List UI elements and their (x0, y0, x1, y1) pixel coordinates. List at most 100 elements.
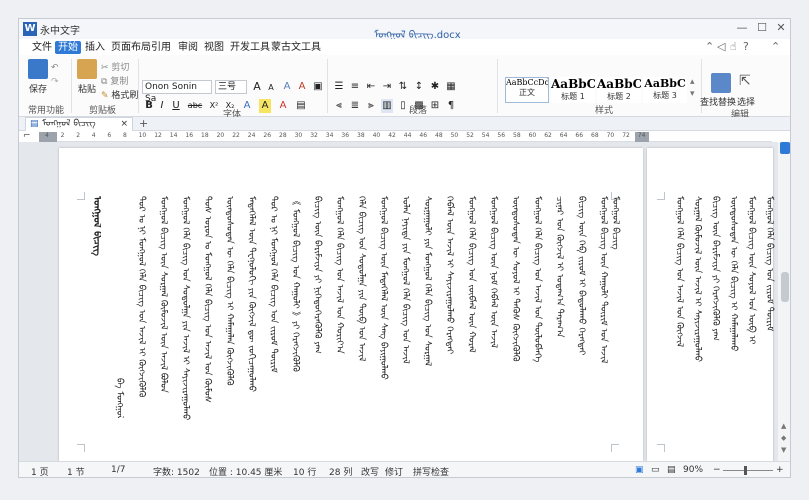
align-left-icon[interactable]: ⫷ (333, 99, 345, 113)
thumbs-up-icon[interactable]: ☝ (730, 40, 737, 53)
style-heading-2[interactable]: AaBbC 标题 2 (597, 77, 641, 103)
text-column[interactable]: ᠲᠤᠰ ᠣᠷᠣᠨ ᠤ ᠮᠣᠩᠭᠣᠯ ᠬᠡᠯᠡ ᠪᠢᠴᠢᠭ ᠤᠨ ᠠᠵᠢᠯ ᠤᠨ … (199, 196, 213, 442)
text-column[interactable]: 《 ᠮᠣᠩᠭᠣᠯ ᠪᠢᠴᠢᠭ ᠤᠨ ᠬᠠᠭᠤᠯᠢ 》ᠶᠢ ᠬᠡᠷᠡᠭᠵᠢᠭᠦᠯᠬ… (287, 196, 301, 442)
text-column[interactable]: ᠬᠡᠯᠡ ᠪᠢᠴᠢᠭ ᠤᠨ ᠰᠤᠳᠤᠯᠭᠠ ᠶᠢᠨ ᠲᠥᠪ ᠤᠨ ᠠᠵᠢᠯ (353, 196, 367, 442)
close-button[interactable]: ✕ (774, 21, 788, 35)
paste-button[interactable]: 粘贴 (78, 82, 96, 95)
scroll-thumb[interactable] (781, 272, 789, 302)
page-1[interactable]: ᠮᠣᠩᠭᠣᠯ ᠪᠢᠴᠢᠭ ᠪᠠ ᠮᠣᠩᠭᠣᠯ ᠲᠤᠷ ᠤ ᠨᠢ ᠮᠣᠩᠭᠣᠯ ᠬᠡᠯ… (59, 148, 643, 461)
char-shading-icon[interactable]: ▤ (295, 99, 307, 113)
table-border-icon[interactable]: ⊞ (429, 99, 441, 113)
styles-scroll-down-icon[interactable]: ▾ (690, 89, 695, 99)
text-column[interactable]: ᠮᠣᠩᠭᠣᠯ ᠪᠢᠴᠢᠭ (87, 196, 101, 256)
chevron-up-icon[interactable]: ⌃ (705, 40, 714, 53)
select-icon[interactable]: ⇱ (739, 73, 751, 89)
find-replace-icon[interactable] (711, 73, 731, 93)
text-column[interactable]: ᠲᠤᠷ ᠤ ᠨᠢ ᠮᠣᠩᠭᠣᠯ ᠬᠡᠯᠡ ᠪᠢᠴᠢᠭ ᠤᠨ ᠠᠵᠢᠯ ᠢ ᠬᠥᠭ… (133, 196, 147, 442)
font-color-button[interactable]: A (277, 99, 289, 113)
show-marks-icon[interactable]: ¶ (445, 99, 457, 113)
text-column[interactable]: ᠰᠤᠷᠭᠠᠯ ᠬᠦᠮᠦᠵᠢᠯ ᠦᠨ ᠠᠵᠢᠯ ᠢ ᠰᠠᠶᠢᠵᠢᠷᠠᠭᠤᠯᠬᠤ (689, 196, 703, 442)
tab-close-icon[interactable]: × (120, 118, 128, 131)
paste-icon[interactable] (77, 59, 97, 79)
char-border-icon[interactable]: ▣ (312, 80, 324, 94)
save-icon[interactable] (28, 59, 48, 79)
text-column[interactable]: ᠰᠤᠷᠭᠠᠭᠤᠯᠢ ᠶᠢᠨ ᠮᠣᠩᠭᠣᠯ ᠬᠡᠯᠡ ᠪᠢᠴᠢᠭ ᠤᠨ ᠰᠤᠷᠭᠠ… (419, 196, 433, 442)
styles-scroll-up-icon[interactable]: ▴ (690, 77, 695, 87)
justify-icon[interactable]: ▥ (381, 99, 393, 113)
menu-mongolian-tools[interactable]: 蒙古文工具 (268, 41, 324, 54)
font-size-select[interactable]: 三号 (215, 80, 247, 94)
clear-format-button[interactable]: A (296, 80, 308, 94)
menu-developer[interactable]: 开发工具 (227, 41, 273, 54)
text-column[interactable]: ᠴᠢᠨᠠᠷ ᠤᠨ ᠬᠥᠭᠵᠢᠯ ᠢ ᠤᠳᠠᠭ᠎ᠠ ᠳᠠᠷᠠᠭ᠎ᠠ (551, 196, 565, 442)
status-word-count[interactable]: 字数: 1502 (153, 465, 200, 477)
text-column[interactable]: ᠮᠣᠩᠭᠣᠯ ᠪᠢᠴᠢᠭ (607, 196, 621, 286)
location-pin-icon[interactable] (780, 142, 790, 154)
bullets-icon[interactable]: ☰ (333, 80, 345, 94)
text-column[interactable]: ᠣᠯᠠᠨ ᠨᠡᠶᠢᠲᠡ ᠶᠢᠨ ᠮᠣᠩᠭᠣᠯ ᠬᠡᠯᠡ ᠪᠢᠴᠢᠭ ᠤᠨ ᠠᠵᠢ… (397, 196, 411, 442)
maximize-button[interactable]: ☐ (755, 21, 769, 35)
align-center-icon[interactable]: ≣ (349, 99, 361, 113)
zoom-slider-thumb[interactable] (744, 466, 747, 475)
text-column[interactable]: ᠮᠣᠩᠭᠣᠯ ᠬᠡᠯᠡ ᠪᠢᠴᠢᠭ ᠤᠨ ᠠᠵᠢᠯ ᠤᠨ ᠬᠣᠷᠢᠶ᠎ᠠ (331, 196, 345, 442)
status-overtype[interactable]: 改写 (361, 465, 379, 477)
underline-button[interactable]: U (170, 99, 182, 113)
bold-button[interactable]: B (143, 99, 155, 113)
align-right-icon[interactable]: ⫸ (365, 99, 377, 113)
text-column[interactable]: ᠪᠢᠴᠢᠭ ᠦᠨ ᠪᠠᠷᠢᠮᠵᠢᠶᠠ ᠶᠢ ᠨᠢᠭᠡᠳᠦᠭᠡᠷᠡᠭᠦᠯᠬᠦ ᠶᠠ… (309, 196, 323, 442)
increase-indent-icon[interactable]: ⇥ (381, 80, 393, 94)
text-column[interactable]: ᠮᠣᠩᠭᠣᠯ ᠬᠡᠯᠡ ᠪᠢᠴᠢᠭ ᠤᠨ ᠰᠤᠳᠤᠯᠭᠠ ᠶᠢᠨ ᠠᠵᠢᠯ ᠢ … (177, 196, 191, 442)
line-spacing-icon[interactable]: ↕ (413, 80, 425, 94)
page-nav-icon[interactable]: ◆ (781, 434, 786, 442)
font-dialog-icon[interactable]: A (281, 80, 293, 94)
cut-button[interactable]: ✂ 剪切 (101, 60, 129, 73)
text-column[interactable]: ᠬᠡᠪᠯᠡᠯ ᠦᠨ ᠠᠵᠢᠯ ᠢ ᠰᠠᠶᠢᠵᠢᠷᠠᠭᠤᠯᠬᠤ ᠬᠡᠷᠡᠭᠲᠡᠶ (441, 196, 455, 442)
menu-home[interactable]: 开始 (55, 41, 81, 54)
shrink-font-button[interactable]: A (265, 81, 277, 95)
text-column[interactable]: ᠪᠠ ᠮᠣᠩᠭᠣᠯ (111, 378, 125, 418)
text-column[interactable]: ᠮᠣᠩᠭᠣᠯ ᠬᠡᠯᠡ ᠪᠢᠴᠢᠭ ᠤᠨ ᠠᠵᠢᠯ ᠤᠨ ᠬᠥᠭᠵᠢᠯ (671, 196, 685, 442)
text-column[interactable]: ᠮᠡᠳᠡᠭᠡᠯᠡᠯ ᠦᠨ ᠲᠧᠬᠨᠣᠯᠤᠭᠢ ᠶᠢᠨ ᠬᠥᠭᠵᠢᠯ ᠳᠦ ᠵᠣᠬ… (243, 196, 257, 442)
new-tab-button[interactable]: + (139, 117, 148, 130)
italic-button[interactable]: I (156, 99, 168, 113)
text-column[interactable]: ᠲᠤᠷ ᠤ ᠨᠢ ᠮᠣᠩᠭᠣᠯ ᠬᠡᠯᠡ ᠪᠢᠴᠢᠭ ᠤᠨ ᠵᠢᠷᠤᠮ ᠳᠦᠷᠢ… (265, 196, 279, 442)
superscript-button[interactable]: X² (207, 99, 221, 113)
text-column[interactable]: ᠦᠨᠳᠦᠰᠦᠲᠡᠨ ᠦ ᠰᠣᠶᠣᠯ ᠢ ᠲᠡᠭᠦᠰ ᠬᠥᠭᠵᠢᠭᠦᠯᠬᠦ (507, 196, 521, 442)
text-column[interactable]: ᠮᠣᠩᠭᠣᠯ ᠬᠡᠯᠡ ᠪᠢᠴᠢᠭ ᠤᠨ ᠠᠵᠢᠯ ᠤᠨ ᠲᠥᠯᠥᠪᠯᠡᠭᠡ (529, 196, 543, 442)
decrease-indent-icon[interactable]: ⇤ (365, 80, 377, 94)
status-spell-check[interactable]: 拼写检查 (413, 465, 449, 477)
minimize-button[interactable]: — (735, 21, 749, 35)
text-column[interactable]: ᠪᠢᠴᠢᠭ ᠦᠨ ᠪᠠᠷᠢᠮᠵᠢᠶᠠ ᠶᠢ ᠬᠡᠷᠡᠭᠵᠢᠭᠦᠯᠬᠦ ᠶᠠᠭ (707, 196, 721, 442)
text-column[interactable]: ᠮᠣᠩᠭᠣᠯ ᠪᠢᠴᠢᠭ ᠦᠨ ᠮᠡᠳᠡᠭᠡᠯᠡᠯ ᠦᠨ ᠰᠠᠩ ᠪᠠᠶᠢᠭᠤᠯ… (375, 196, 389, 442)
zoom-slider[interactable] (723, 466, 773, 475)
text-effect-icon[interactable]: A (241, 99, 253, 113)
text-column[interactable]: ᠮᠣᠩᠭᠣᠯ ᠬᠡᠯᠡ ᠪᠢᠴᠢᠭ ᠤᠨ ᠵᠥᠪᠯᠡᠯ ᠦᠨ ᠬᠤᠷᠠᠯ (463, 196, 477, 442)
text-column[interactable]: ᠮᠣᠩᠭᠣᠯ ᠪᠢᠴᠢᠭ ᠦᠨ ᠨᠤᠮ ᠬᠡᠪᠯᠡᠯ ᠦᠨ ᠠᠵᠢᠯ (485, 196, 499, 442)
menu-view[interactable]: 视图 (201, 41, 227, 54)
document-tab[interactable]: ▤ ᠮᠣᠩᠭᠣᠯ ᠪᠢᠴᠢᠭ × (25, 117, 133, 131)
chinese-layout-icon[interactable]: ✱ (429, 80, 441, 94)
horizontal-ruler[interactable]: 4 2 2 4 6 8 10 12 14 16 18 20 22 24 26 28 30 32 34 36 38 40 42… (39, 132, 772, 142)
strikethrough-button[interactable]: abc (186, 99, 204, 113)
text-column[interactable]: ᠦᠨᠳᠦᠰᠦᠲᠡᠨ ᠦ ᠬᠡᠯᠡ ᠪᠢᠴᠢᠭ ᠢ ᠬᠠᠮᠠᠭᠠᠯᠠᠬᠤ (725, 196, 739, 442)
text-column[interactable]: ᠮᠣᠩᠭᠣᠯ ᠪᠢᠴᠢᠭ ᠦᠨ ᠰᠤᠷᠭᠠᠯ ᠬᠦᠮᠦᠵᠢᠯ ᠦᠨ ᠠᠵᠢᠯ ᠪ… (155, 196, 169, 442)
style-normal[interactable]: AaBbCcDd 正文 (505, 77, 549, 103)
share-icon[interactable]: ◁ (717, 40, 725, 53)
scroll-up-icon[interactable]: ▲ (781, 422, 786, 430)
status-revise[interactable]: 修订 (385, 465, 403, 477)
format-painter-button[interactable]: ✎ 格式刷 (101, 88, 138, 101)
copy-button[interactable]: ⧉ 复制 (101, 74, 128, 87)
grow-font-button[interactable]: A (251, 80, 263, 94)
menu-insert[interactable]: 插入 (82, 41, 108, 54)
scroll-down-icon[interactable]: ▼ (781, 446, 786, 454)
sort-icon[interactable]: ⇅ (397, 80, 409, 94)
undo-icon[interactable]: ↶ (51, 63, 59, 73)
tab-stop-icon[interactable]: ⌐ (23, 131, 31, 141)
text-column[interactable]: ᠦᠨᠳᠦᠰᠦᠲᠡᠨ ᠦ ᠬᠡᠯᠡ ᠪᠢᠴᠢᠭ ᠢ ᠬᠠᠮᠠᠭᠠᠯᠠᠨ ᠬᠥᠭᠵᠢ… (221, 196, 235, 442)
redo-icon[interactable]: ↷ (51, 77, 59, 87)
zoom-in-button[interactable]: + (776, 465, 784, 475)
text-column[interactable]: ᠮᠣᠩᠭᠣᠯ ᠪᠢᠴᠢᠭ ᠦᠨ ᠰᠣᠶᠣᠯ ᠤᠨ ᠥᠪ ᠢ (743, 196, 757, 442)
status-zoom[interactable]: 90% (683, 465, 703, 475)
menu-review[interactable]: 审阅 (175, 41, 201, 54)
outline-view-icon[interactable]: ▤ (667, 465, 676, 475)
